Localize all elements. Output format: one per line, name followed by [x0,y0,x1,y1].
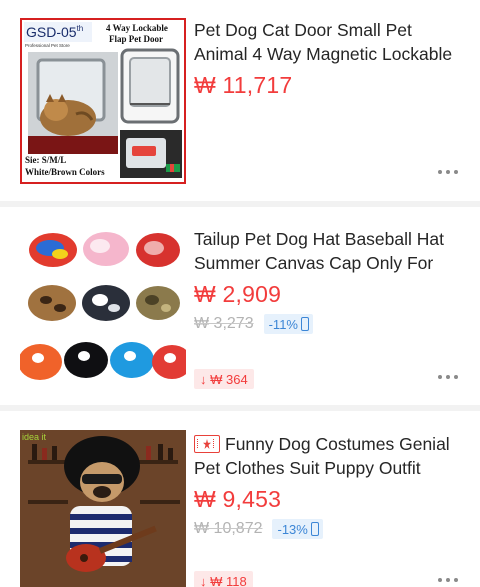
svg-text:4 Way Lockable: 4 Way Lockable [106,23,168,33]
svg-text:White/Brown Colors: White/Brown Colors [25,167,105,177]
original-price-row: ₩ 10,872 -13% [194,519,466,539]
image-watermark: idea it [22,432,47,442]
original-price: ₩ 3,273 [194,315,254,332]
discount-badge: -13% [272,519,323,539]
dog-hats-product-image [20,224,186,390]
svg-text:Professional Pet Store: Professional Pet Store [25,43,70,48]
more-dots-icon [438,375,442,379]
product-image[interactable] [20,224,186,390]
product-title[interactable]: Tailup Pet Dog Hat Baseball Hat Summer C… [194,227,466,275]
product-card[interactable]: GSD-05th Professional Pet Store 4 Way Lo… [0,0,480,201]
discount-percent: -13% [277,521,308,537]
svg-text:Sie: S/M/L: Sie: S/M/L [25,155,66,165]
product-card[interactable]: idea it Funny Dog Costumes Genial Pet Cl… [0,411,480,587]
video-play-icon [194,435,220,453]
more-dots-icon [438,170,442,174]
price-drop-badge: ↓ ₩ 118 [194,571,253,587]
product-info: Tailup Pet Dog Hat Baseball Hat Summer C… [194,227,466,334]
image-code-text: GSD-05th [26,24,83,40]
discount-percent: -11% [268,316,298,332]
original-price-row: ₩ 3,273 -11% [194,314,466,334]
product-price: ₩ 2,909 [194,281,282,307]
discount-badge: -11% [263,314,313,334]
product-list: GSD-05th Professional Pet Store 4 Way Lo… [0,0,480,587]
dog-costume-product-image: idea it [20,430,186,587]
product-info: Funny Dog Costumes Genial Pet Clothes Su… [194,432,466,539]
product-info: Pet Dog Cat Door Small Pet Animal 4 Way … [194,18,466,99]
product-image[interactable]: idea it [20,430,186,587]
pet-door-product-image: GSD-05th Professional Pet Store 4 Way Lo… [20,18,186,184]
mobile-phone-icon [300,317,309,331]
more-dots-icon [438,578,442,582]
product-price: ₩ 11,717 [194,72,293,98]
product-card[interactable]: Tailup Pet Dog Hat Baseball Hat Summer C… [0,207,480,405]
price-drop-badge: ↓ ₩ 364 [194,369,254,389]
mobile-phone-icon [310,522,319,536]
more-options-button[interactable] [438,170,458,174]
product-image[interactable]: GSD-05th Professional Pet Store 4 Way Lo… [20,18,186,184]
original-price: ₩ 10,872 [194,520,263,537]
product-price: ₩ 9,453 [194,486,282,512]
product-title[interactable]: Funny Dog Costumes Genial Pet Clothes Su… [194,432,466,480]
svg-text:Flap Pet Door: Flap Pet Door [109,34,163,44]
product-title[interactable]: Pet Dog Cat Door Small Pet Animal 4 Way … [194,18,466,66]
more-options-button[interactable] [438,578,458,582]
more-options-button[interactable] [438,375,458,379]
